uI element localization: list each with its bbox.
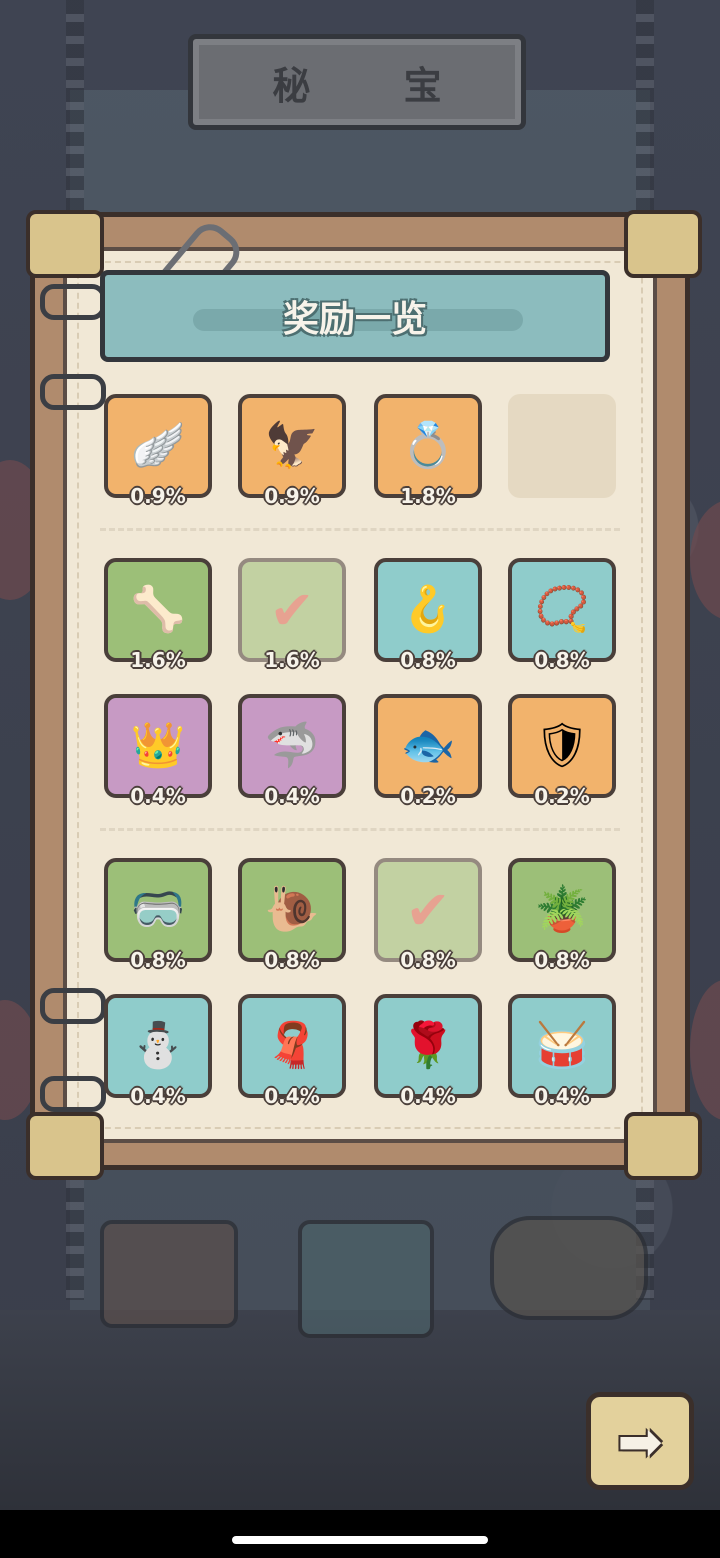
binder-ring	[40, 284, 106, 320]
spiked-chest	[100, 1220, 238, 1328]
winged-helmet-icon: 🪽	[130, 420, 186, 471]
binder-ring	[40, 1076, 106, 1112]
reward-tile[interactable]: 💍	[374, 394, 482, 498]
shark-gauntlet-icon: 🦈	[264, 720, 320, 771]
plant-jar-icon: 🪴	[534, 884, 590, 935]
coral-decoration	[690, 980, 720, 1120]
drop-rate-label: 0.4%	[264, 784, 320, 808]
reward-tile[interactable]: 🪴	[508, 858, 616, 962]
drop-rate-label: 0.8%	[130, 948, 186, 972]
reward-tile[interactable]: 🐟	[374, 694, 482, 798]
check-mark-icon: ✔	[405, 878, 451, 942]
page-title: 秘 宝	[272, 63, 482, 108]
reward-tile[interactable]: 🪝	[374, 558, 482, 662]
gem-ring-icon: 💍	[400, 420, 456, 471]
reward-tile[interactable]: 🦴	[104, 558, 212, 662]
panel-title: 奖励一览	[282, 299, 427, 340]
home-indicator[interactable]	[232, 1536, 488, 1544]
reward-tile[interactable]: ✔	[374, 858, 482, 962]
header-plank: 秘 宝	[188, 34, 526, 130]
dark-wing-helmet-icon: 🦅	[264, 420, 320, 471]
corner-bracket	[624, 1112, 702, 1180]
snail-helmet-icon: 🐌	[264, 884, 320, 935]
crystal-chest	[298, 1220, 434, 1338]
drop-rate-label: 1.8%	[400, 484, 456, 508]
check-mark-icon: ✔	[269, 578, 315, 642]
drop-rate-label: 0.9%	[264, 484, 320, 508]
drop-rate-label: 0.8%	[264, 948, 320, 972]
fang-necklace-icon: 📿	[534, 584, 590, 635]
system-home-bar	[0, 1510, 720, 1558]
reward-tile[interactable]: 🧣	[238, 994, 346, 1098]
red-scarf-icon: 🧣	[264, 1020, 320, 1071]
drop-rate-label: 1.6%	[130, 648, 186, 672]
reward-tile[interactable]: 🪽	[104, 394, 212, 498]
bone-armor-icon: 🦴	[130, 584, 186, 635]
bird-crown-icon: 👑	[130, 720, 186, 771]
star-drum-icon: 🥁	[534, 1020, 590, 1071]
reward-tile[interactable]: 🥽	[104, 858, 212, 962]
rose-icon: 🌹	[400, 1020, 456, 1071]
empty-reward-slot	[508, 394, 616, 498]
cannon-machine	[490, 1216, 648, 1320]
heavy-armor-icon: 🛡	[534, 720, 590, 771]
drop-rate-label: 0.4%	[400, 1084, 456, 1108]
reward-tile[interactable]: 👑	[104, 694, 212, 798]
reward-tile[interactable]: 🥁	[508, 994, 616, 1098]
drop-rate-label: 0.8%	[400, 948, 456, 972]
drop-rate-label: 0.2%	[400, 784, 456, 808]
corner-bracket	[624, 210, 702, 278]
hook-icon: 🪝	[400, 584, 456, 635]
panel-banner: 奖励一览	[100, 270, 610, 362]
reward-tile[interactable]: 🌹	[374, 994, 482, 1098]
next-button[interactable]: ➡	[586, 1392, 694, 1490]
reward-tile[interactable]: 🦈	[238, 694, 346, 798]
fishbone-sword-icon: 🐟	[400, 720, 456, 771]
drop-rate-label: 0.4%	[130, 1084, 186, 1108]
coral-decoration	[690, 500, 720, 620]
drop-rate-label: 0.2%	[534, 784, 590, 808]
reward-tile[interactable]: 🦅	[238, 394, 346, 498]
goggles-icon: 🥽	[130, 884, 186, 935]
reward-tile[interactable]: 🐌	[238, 858, 346, 962]
drop-rate-label: 0.4%	[130, 784, 186, 808]
binder-ring	[40, 988, 106, 1024]
row-divider	[100, 528, 620, 531]
binder-ring	[40, 374, 106, 410]
drop-rate-label: 0.4%	[264, 1084, 320, 1108]
reward-tile[interactable]: ⛄	[104, 994, 212, 1098]
drop-rate-label: 0.8%	[400, 648, 456, 672]
snowman-head-icon: ⛄	[130, 1020, 186, 1071]
reward-tile[interactable]: 🛡	[508, 694, 616, 798]
drop-rate-label: 0.9%	[130, 484, 186, 508]
corner-bracket	[26, 210, 104, 278]
reward-tile[interactable]: ✔	[238, 558, 346, 662]
arrow-right-icon: ➡	[617, 1409, 663, 1473]
row-divider	[100, 828, 620, 831]
corner-bracket	[26, 1112, 104, 1180]
drop-rate-label: 0.8%	[534, 648, 590, 672]
drop-rate-label: 0.4%	[534, 1084, 590, 1108]
drop-rate-label: 0.8%	[534, 948, 590, 972]
reward-tile[interactable]: 📿	[508, 558, 616, 662]
drop-rate-label: 1.6%	[264, 648, 320, 672]
